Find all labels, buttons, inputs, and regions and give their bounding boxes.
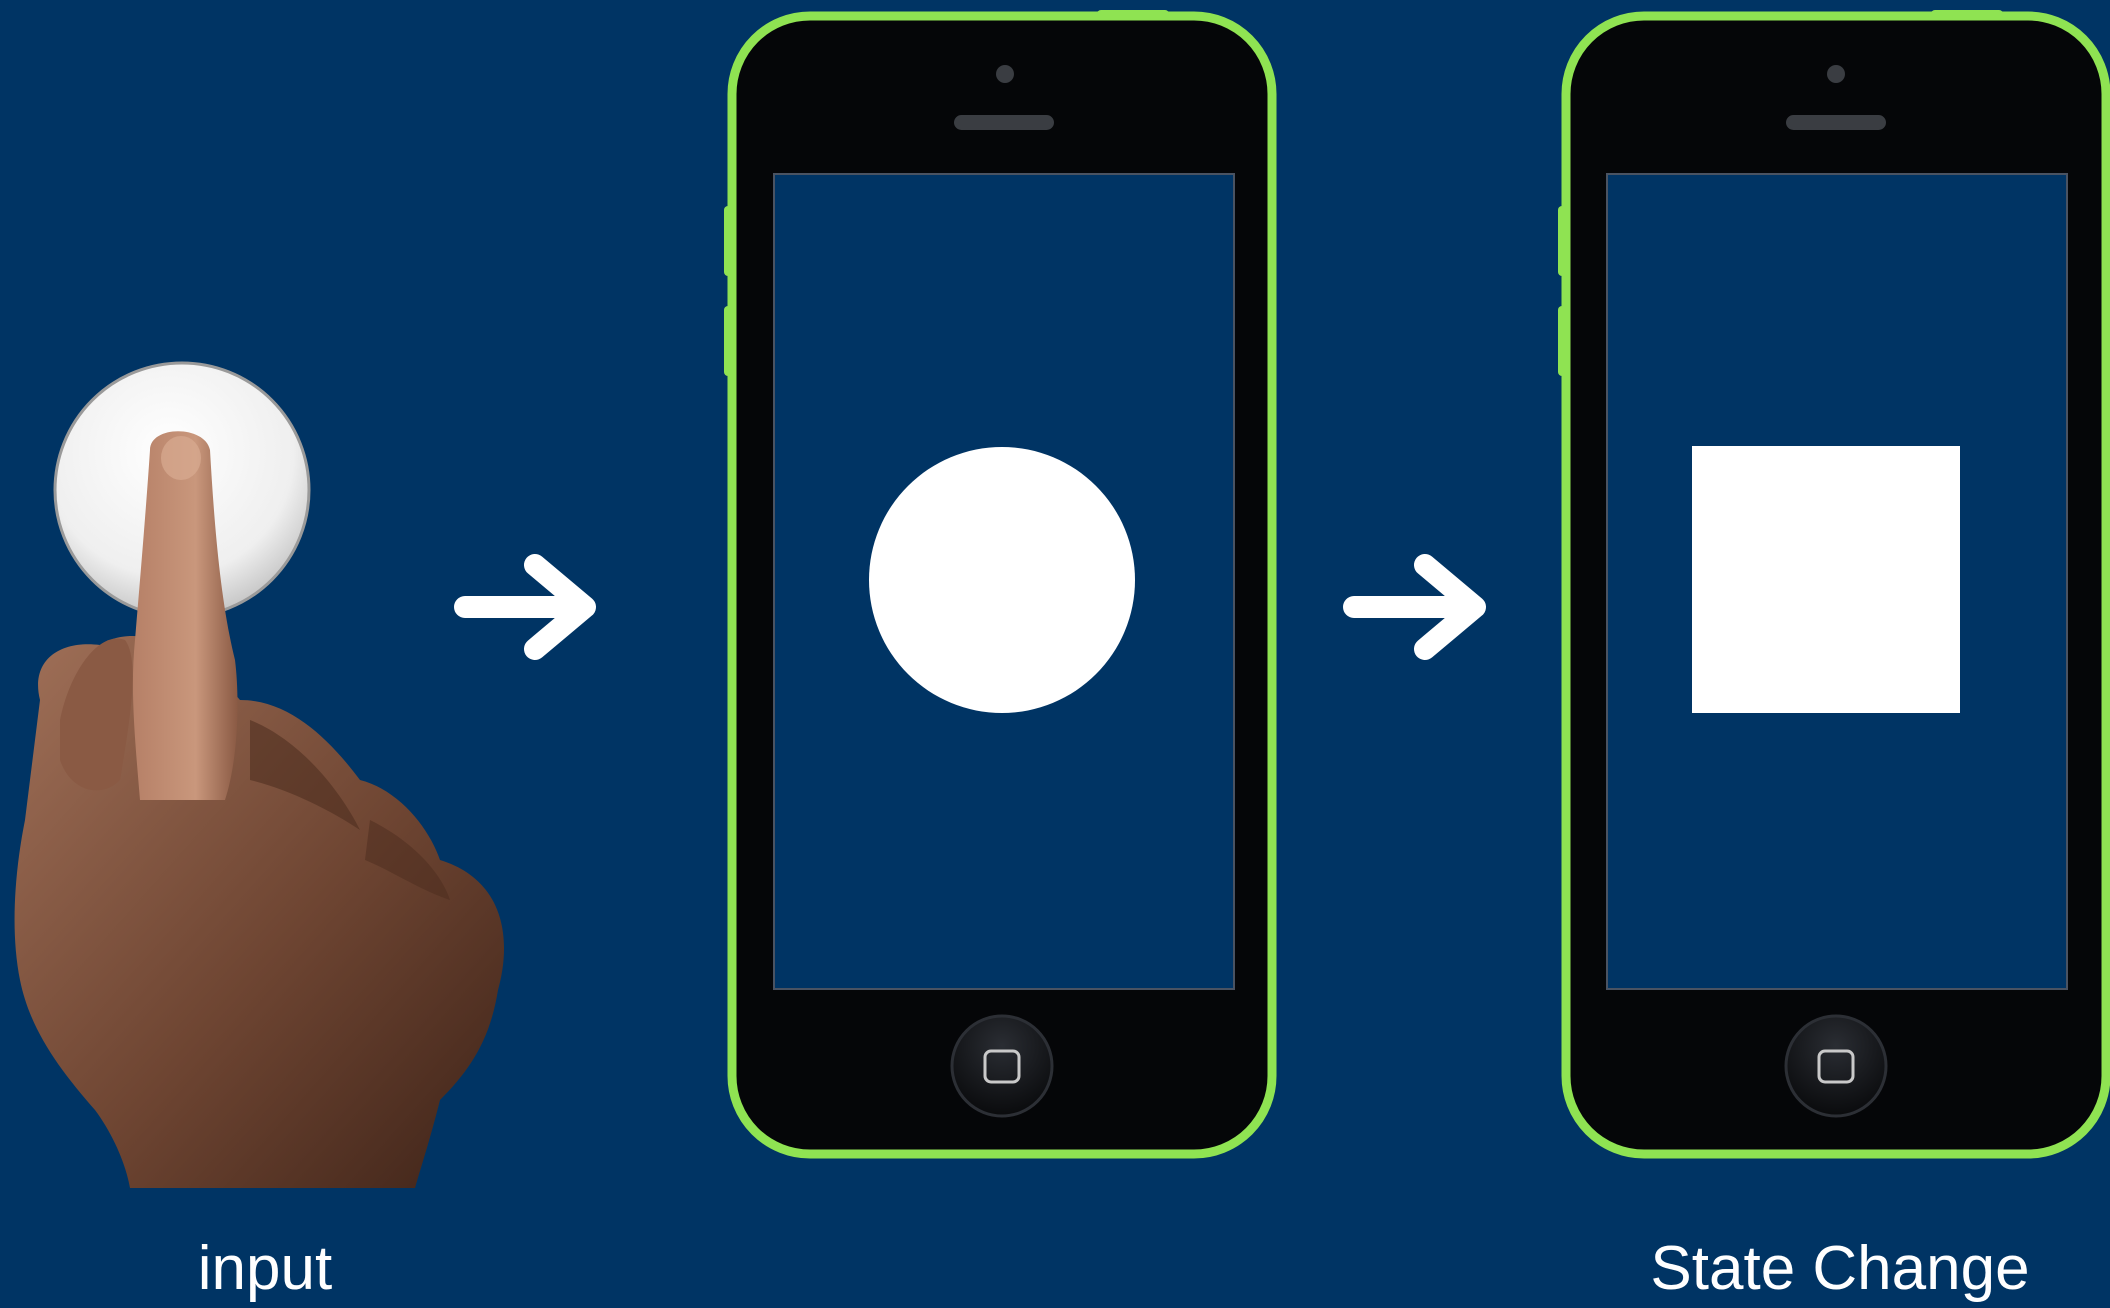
touch-input-illustration [14, 361, 505, 1188]
earpiece-speaker [1786, 115, 1886, 130]
state-change-label: State Change [1650, 1234, 2030, 1303]
right-arrow-icon [454, 554, 596, 660]
square-icon [1692, 446, 1960, 713]
front-camera-icon [996, 65, 1014, 83]
home-button-icon [1784, 1014, 1888, 1118]
input-label: input [197, 1234, 333, 1303]
input-state-change-diagram: input State Change [0, 0, 2110, 1308]
phone-before [724, 10, 1277, 1159]
front-camera-icon [1827, 65, 1845, 83]
right-arrow-icon [1343, 554, 1486, 660]
circle-icon [869, 447, 1135, 713]
diagram-canvas [14, 10, 2110, 1188]
home-button-icon [950, 1014, 1054, 1118]
earpiece-speaker [954, 115, 1054, 130]
phone-after [1558, 10, 2110, 1159]
